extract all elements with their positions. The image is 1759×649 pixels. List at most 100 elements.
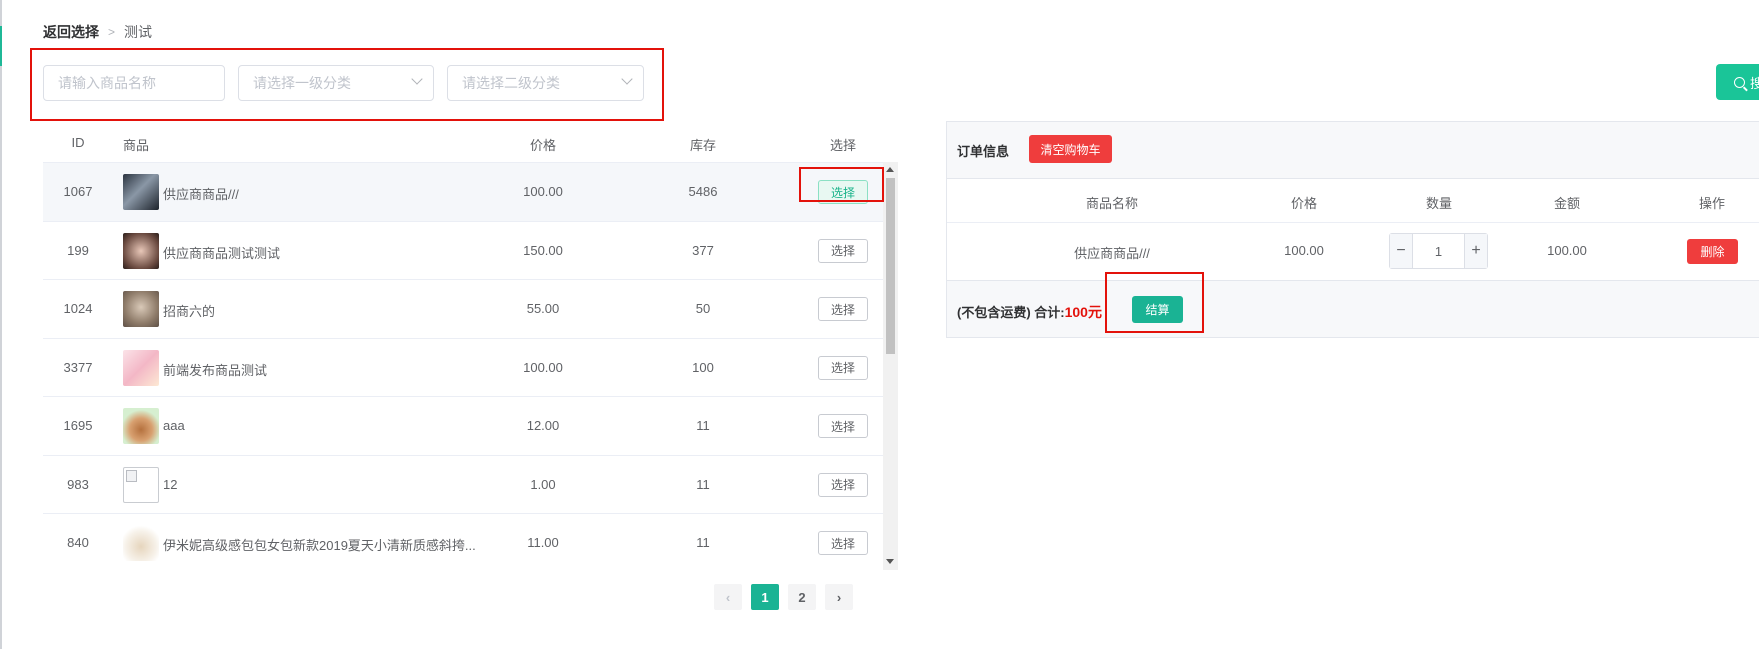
filter-highlight-box (30, 48, 664, 121)
order-row: 供应商商品/// 100.00 − 1 + 100.00 删除 (947, 223, 1759, 281)
row-stock: 11 (696, 476, 710, 492)
row-id: 1024 (63, 301, 93, 316)
row-price: 100.00 (523, 184, 563, 199)
row-stock: 50 (695, 301, 711, 316)
order-total-label: (不包含运费) 合计:100元 (957, 302, 1102, 322)
order-col-price: 价格 (1290, 196, 1317, 211)
row-id: 1695 (63, 418, 93, 433)
quantity-input[interactable]: 1 (1413, 234, 1464, 268)
select-button[interactable]: 选择 (818, 297, 868, 321)
row-name: 伊米妮高级感包包女包新款2019夏天小清新质感斜挎... (163, 538, 476, 553)
col-price: 价格 (529, 138, 556, 153)
table-scrollbar[interactable] (883, 162, 898, 570)
order-item-price: 100.00 (1284, 243, 1324, 258)
order-total-note: (不包含运费) 合计: (957, 305, 1065, 320)
row-id: 983 (67, 476, 89, 492)
table-row[interactable]: 3377 前端发布商品测试 100.00 100 选择 (43, 339, 888, 397)
row-name: 供应商商品测试测试 (163, 245, 281, 261)
page-button-2[interactable]: 2 (788, 584, 816, 610)
product-thumbnail (123, 349, 159, 386)
table-row[interactable]: 983 12 1.00 11 选择 (43, 456, 888, 514)
checkout-highlight-box (1105, 272, 1204, 333)
left-accent-bar (0, 26, 2, 66)
breadcrumb: 返回选择 > 测试 (43, 22, 152, 42)
breadcrumb-current: 测试 (124, 24, 153, 40)
row-price: 1.00 (530, 476, 556, 492)
row-id: 1067 (63, 184, 93, 199)
order-col-name: 商品名称 (1085, 196, 1138, 211)
col-product: 商品 (123, 138, 150, 153)
order-col-qty: 数量 (1425, 196, 1452, 211)
product-thumbnail (123, 525, 159, 561)
product-thumbnail (123, 174, 159, 210)
row-price: 12.00 (526, 418, 560, 433)
row-price: 150.00 (523, 242, 563, 258)
order-total-unit: 元 (1087, 304, 1102, 320)
scroll-up-arrow-icon[interactable] (886, 167, 894, 172)
page-button-1[interactable]: 1 (751, 584, 779, 610)
select-button[interactable]: 选择 (818, 355, 868, 380)
left-edge-border (0, 0, 2, 649)
select-highlight-box (799, 167, 884, 202)
table-row[interactable]: 1067 供应商商品/// 100.00 5486 选择 (43, 163, 888, 222)
prev-page-button[interactable]: ‹ (714, 584, 742, 610)
delete-button[interactable]: 删除 (1687, 239, 1738, 264)
chevron-right-icon: > (108, 25, 116, 39)
order-col-amount: 金额 (1553, 196, 1580, 211)
row-stock: 100 (692, 359, 714, 375)
row-stock: 11 (696, 535, 710, 550)
product-thumbnail (123, 408, 159, 444)
search-icon (1734, 76, 1745, 88)
order-panel: 订单信息 清空购物车 商品名称 价格 数量 金额 操作 供应商商品/// 100… (946, 121, 1759, 338)
order-item-name: 供应商商品/// (1074, 246, 1150, 261)
row-price: 11.00 (527, 535, 559, 550)
row-name: 招商六的 (163, 304, 216, 319)
order-header: 订单信息 清空购物车 (947, 122, 1759, 179)
scrollbar-thumb[interactable] (886, 178, 895, 354)
row-id: 199 (67, 242, 89, 258)
search-button[interactable]: 搜索 (1716, 64, 1759, 100)
row-name: 供应商商品/// (163, 187, 239, 202)
order-total-value: 100 (1064, 304, 1088, 320)
decrement-button[interactable]: − (1390, 234, 1413, 268)
row-stock: 11 (696, 418, 710, 433)
row-name: 前端发布商品测试 (163, 362, 268, 378)
product-thumbnail (123, 291, 159, 327)
increment-button[interactable]: + (1464, 234, 1487, 268)
order-item-amount: 100.00 (1547, 243, 1587, 258)
search-button-label: 搜索 (1750, 75, 1759, 91)
table-row[interactable]: 1695 aaa 12.00 11 选择 (43, 397, 888, 456)
row-stock: 377 (692, 242, 714, 258)
table-row[interactable]: 1024 招商六的 55.00 50 选择 (43, 280, 888, 339)
scroll-down-arrow-icon[interactable] (886, 559, 894, 564)
select-button[interactable]: 选择 (818, 238, 868, 263)
row-name: 12 (163, 476, 178, 492)
order-footer: (不包含运费) 合计:100元 结算 (947, 281, 1759, 337)
next-page-button[interactable]: › (825, 584, 853, 610)
row-price: 55.00 (526, 301, 560, 316)
pagination: ‹ 1 2 › (714, 584, 853, 610)
row-stock: 5486 (688, 184, 718, 199)
product-thumbnail (123, 232, 159, 269)
breadcrumb-back-link[interactable]: 返回选择 (43, 22, 99, 42)
row-id: 3377 (63, 359, 93, 375)
select-button[interactable]: 选择 (818, 531, 868, 555)
order-col-ops: 操作 (1698, 196, 1725, 211)
clear-cart-button[interactable]: 清空购物车 (1029, 135, 1112, 163)
product-table-header: ID 商品 价格 库存 选择 (43, 124, 901, 162)
select-button[interactable]: 选择 (818, 472, 868, 497)
quantity-stepper: − 1 + (1389, 233, 1488, 269)
table-row[interactable]: 199 供应商商品测试测试 150.00 377 选择 (43, 222, 888, 280)
row-id: 840 (67, 535, 89, 550)
col-stock: 库存 (689, 138, 716, 153)
row-name: aaa (163, 418, 185, 433)
select-button[interactable]: 选择 (818, 414, 868, 438)
order-title: 订单信息 (957, 144, 1010, 159)
order-table-header: 商品名称 价格 数量 金额 操作 (947, 179, 1759, 223)
table-row[interactable]: 840 伊米妮高级感包包女包新款2019夏天小清新质感斜挎... 11.00 1… (43, 514, 888, 570)
broken-image-icon (123, 466, 159, 503)
col-select: 选择 (829, 138, 856, 153)
row-price: 100.00 (523, 359, 563, 375)
col-id: ID (71, 135, 85, 150)
product-table-body: 1067 供应商商品/// 100.00 5486 选择 199 供应商商品测试… (43, 162, 888, 570)
